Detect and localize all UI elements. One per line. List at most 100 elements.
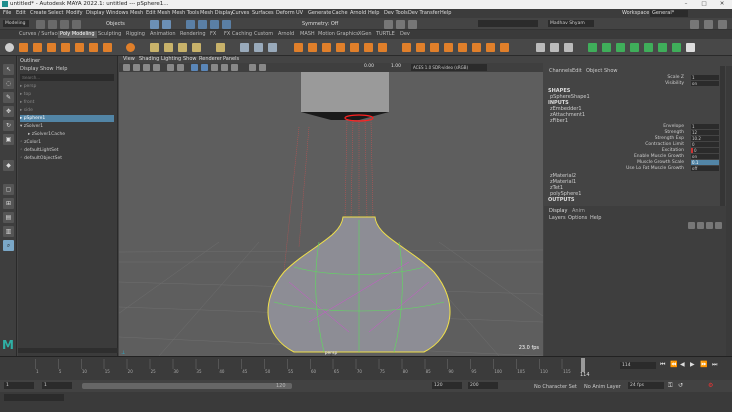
shadows-icon[interactable] xyxy=(231,64,238,71)
menu-dev-transfer[interactable]: Dev Transfer xyxy=(408,10,440,17)
poly-sphere-icon[interactable] xyxy=(19,43,28,52)
shelf-tab-custom[interactable]: Custom xyxy=(252,31,275,38)
auto-key-icon[interactable]: ⚿ xyxy=(668,382,673,390)
preferences-icon[interactable]: ⚙ xyxy=(708,382,713,389)
menu-edit-mesh[interactable]: Edit Mesh xyxy=(146,10,170,17)
append-icon[interactable] xyxy=(350,43,359,52)
colorspace-dropdown[interactable]: ACES 1.0 SDR-video (sRGB) xyxy=(411,64,487,71)
extrude-icon[interactable] xyxy=(254,43,263,52)
workspace-dropdown[interactable]: General* xyxy=(650,10,689,17)
reduce-icon[interactable] xyxy=(486,43,495,52)
menu-uv[interactable]: UV xyxy=(296,10,303,17)
bone-box[interactable] xyxy=(301,72,389,112)
ziva-solver-icon[interactable] xyxy=(686,43,695,52)
shelf-tab-arnold[interactable]: Arnold xyxy=(276,31,296,38)
snap-plane-icon[interactable] xyxy=(222,20,231,29)
snap-grid-icon[interactable] xyxy=(186,20,195,29)
quad-draw-icon[interactable] xyxy=(336,43,345,52)
viewport-menu-renderer[interactable]: Renderer xyxy=(199,56,222,63)
poly-cylinder-icon[interactable] xyxy=(47,43,56,52)
close-icon[interactable]: ✕ xyxy=(716,0,728,9)
last-tool-icon[interactable]: ◆ xyxy=(3,160,14,171)
range-start2-field[interactable]: 1 xyxy=(42,382,72,389)
name-field[interactable] xyxy=(478,20,538,27)
select-by-object-icon[interactable] xyxy=(162,20,171,29)
textured-icon[interactable] xyxy=(211,64,218,71)
fill-hole-icon[interactable] xyxy=(364,43,373,52)
pinch-icon[interactable] xyxy=(564,43,573,52)
layer-menu-options[interactable]: Options xyxy=(568,215,587,221)
shelf-tab-mash[interactable]: MASH xyxy=(298,31,317,38)
viewport-menu-show[interactable]: Show xyxy=(183,56,197,63)
film-gate-icon[interactable] xyxy=(177,64,184,71)
select-camera-icon[interactable] xyxy=(123,64,130,71)
bookmarks-icon[interactable] xyxy=(143,64,150,71)
time-slider[interactable]: 1 5 10 15 20 25 30 35 40 45 50 55 60 65 70 75 80 85 90 95 10… xyxy=(0,356,732,380)
exposure-field[interactable]: 0.00 xyxy=(364,64,374,69)
attr-value[interactable]: on xyxy=(691,154,719,159)
outliner-item-defaultobjectset[interactable]: ◦ defaultObjectSet xyxy=(20,155,114,162)
play-back-icon[interactable]: ◀ xyxy=(680,361,685,368)
separate-icon[interactable] xyxy=(164,43,173,52)
range-end1-field[interactable]: 120 xyxy=(432,382,462,389)
viewport-panel[interactable]: View Shading Lighting Show Renderer Pane… xyxy=(119,56,543,356)
isolate-select-icon[interactable] xyxy=(259,64,266,71)
go-to-start-icon[interactable]: ⏮ xyxy=(660,361,665,369)
rotate-tool-icon[interactable]: ↻ xyxy=(3,120,14,131)
channel-box-scrollbar[interactable] xyxy=(720,66,725,206)
shelf-tab-motion-graphics[interactable]: Motion Graphics xyxy=(316,31,361,38)
shelf-tab-fx[interactable]: FX xyxy=(208,31,218,38)
render-view-icon[interactable] xyxy=(396,20,405,29)
play-forward-icon[interactable]: ▶ xyxy=(690,361,695,368)
new-layer-selected-icon[interactable] xyxy=(715,222,722,229)
circularize-icon[interactable] xyxy=(472,43,481,52)
viewport-menu-view[interactable]: View xyxy=(123,56,135,63)
single-perspective-icon[interactable]: ▢ xyxy=(3,184,14,195)
grid-toggle-icon[interactable] xyxy=(167,64,174,71)
attr-value[interactable]: 10.2 xyxy=(691,136,719,141)
channel-box-icon[interactable] xyxy=(718,20,727,29)
offset-loop-icon[interactable] xyxy=(402,43,411,52)
menu-mesh-tools[interactable]: Mesh Tools xyxy=(172,10,199,17)
new-layer-icon[interactable] xyxy=(706,222,713,229)
poly-disc-icon[interactable] xyxy=(103,43,112,52)
lights-icon[interactable] xyxy=(221,64,228,71)
gamma-field[interactable]: 1.00 xyxy=(391,64,401,69)
smooth-icon[interactable] xyxy=(178,43,187,52)
outliner-item-zsolver1cache[interactable]: ▸ zSolver1Cache xyxy=(28,131,122,138)
side-tabs-strip[interactable] xyxy=(726,66,732,356)
sculpt-icon[interactable] xyxy=(536,43,545,52)
outliner-item-psphere1[interactable]: ▸ pSphere1 xyxy=(20,115,114,122)
undo-icon[interactable] xyxy=(60,20,69,29)
attr-value[interactable]: 0 xyxy=(691,148,719,153)
connect-icon[interactable] xyxy=(322,43,331,52)
folder-icon[interactable] xyxy=(36,20,45,29)
menu-arnold[interactable]: Arnold xyxy=(350,10,366,17)
outliner-item-top[interactable]: ▸ top xyxy=(20,91,114,98)
shelf-tab-fx-caching[interactable]: FX Caching xyxy=(222,31,254,38)
layer-down-icon[interactable] xyxy=(697,222,704,229)
move-tool-icon[interactable]: ✥ xyxy=(3,106,14,117)
wedge-icon[interactable] xyxy=(458,43,467,52)
shelf-tab-turtle[interactable]: TURTLE xyxy=(374,31,397,38)
menu-generate[interactable]: Generate xyxy=(308,10,331,17)
attr-visibility-value[interactable]: on xyxy=(691,81,719,86)
boolean-icon[interactable] xyxy=(192,43,201,52)
channel-box-tab-edit[interactable]: Edit xyxy=(572,68,582,74)
attr-value[interactable]: off xyxy=(691,166,719,171)
range-start-field[interactable]: 1 xyxy=(4,382,34,389)
mode-dropdown[interactable]: Modeling xyxy=(3,20,29,27)
poke-icon[interactable] xyxy=(444,43,453,52)
fps-dropdown[interactable]: 24 fps xyxy=(628,382,664,389)
maximize-icon[interactable]: □ xyxy=(698,0,710,9)
outliner-search-input[interactable] xyxy=(20,74,114,81)
symmetry-dropdown[interactable]: Symmetry: Off xyxy=(302,21,338,27)
snap-curve-icon[interactable] xyxy=(198,20,207,29)
step-forward-icon[interactable]: ⏩ xyxy=(700,361,707,368)
attr-value[interactable]: 12 xyxy=(691,130,719,135)
gear-icon[interactable] xyxy=(5,43,14,52)
save-icon[interactable] xyxy=(48,20,57,29)
xray-icon[interactable] xyxy=(249,64,256,71)
layer-menu-layers[interactable]: Layers xyxy=(549,215,566,221)
attr-value[interactable]: 0 xyxy=(691,142,719,147)
